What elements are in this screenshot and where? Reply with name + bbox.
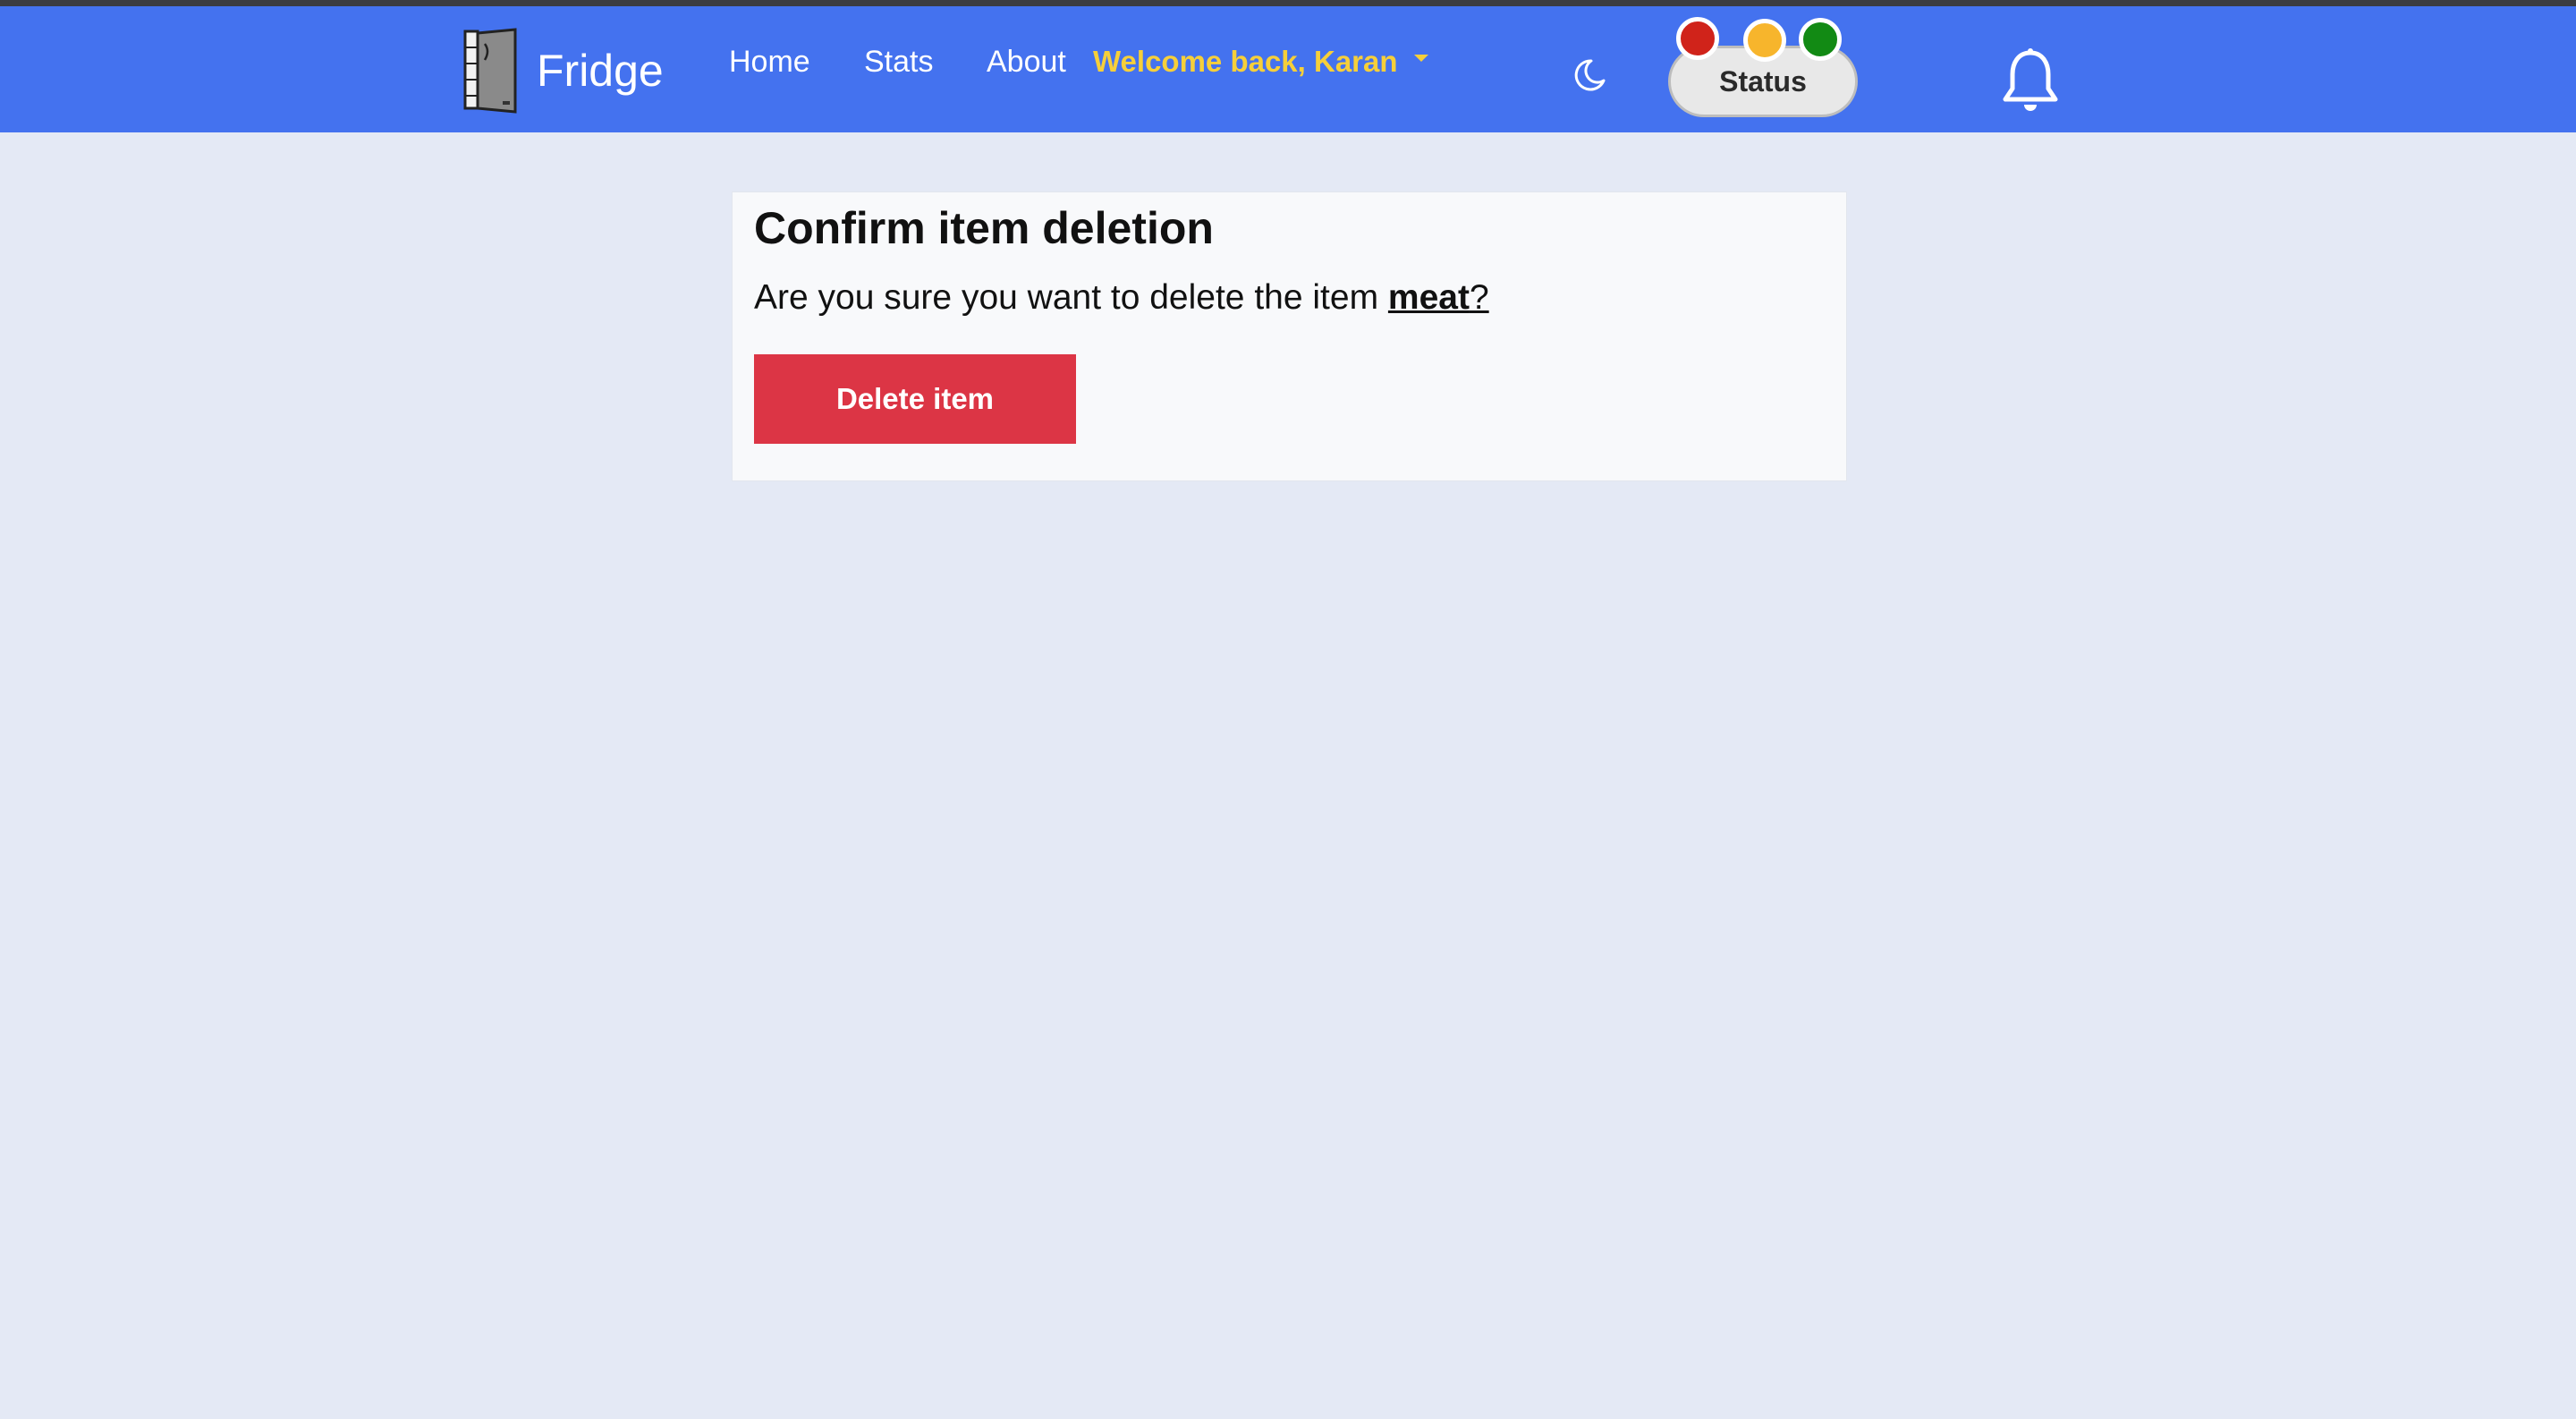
nav-stats-link[interactable]: Stats xyxy=(864,44,933,80)
brand-name: Fridge xyxy=(537,46,664,96)
confirmation-prefix: Are you sure you want to delete the item xyxy=(754,278,1388,317)
user-menu-dropdown[interactable]: Welcome back, Karan xyxy=(1093,44,1428,80)
nav-home-link[interactable]: Home xyxy=(729,44,810,80)
item-name: meat xyxy=(1387,278,1470,317)
nav-about-link[interactable]: About xyxy=(987,44,1066,80)
bell-icon[interactable] xyxy=(2000,47,2061,114)
brand-link[interactable]: Fridge xyxy=(463,26,664,115)
navbar: Fridge Home Stats About Welcome back, Ka… xyxy=(0,6,2576,132)
page-title: Confirm item deletion xyxy=(754,203,1214,253)
status-light-yellow xyxy=(1743,19,1786,62)
confirm-deletion-card: Confirm item deletion Are you sure you w… xyxy=(732,191,1847,481)
window-top-border xyxy=(0,0,2576,6)
delete-item-button[interactable]: Delete item xyxy=(754,354,1076,444)
confirmation-suffix: ? xyxy=(1469,278,1489,317)
fridge-logo-icon xyxy=(463,28,517,114)
chevron-down-icon xyxy=(1413,55,1428,62)
user-menu-label: Welcome back, Karan xyxy=(1093,45,1398,78)
status-light-green xyxy=(1799,18,1842,61)
moon-icon[interactable] xyxy=(1572,57,1607,93)
confirmation-message: Are you sure you want to delete the item… xyxy=(754,275,1489,321)
status-label: Status xyxy=(1719,65,1807,98)
status-light-red xyxy=(1676,17,1719,60)
